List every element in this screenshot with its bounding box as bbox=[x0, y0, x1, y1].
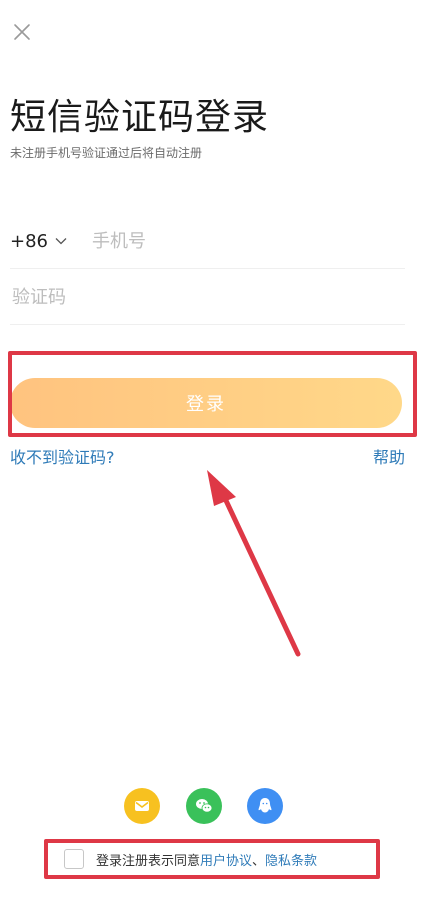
page-subtitle: 未注册手机号验证通过后将自动注册 bbox=[10, 146, 203, 160]
mail-login-button[interactable] bbox=[124, 788, 160, 824]
country-code-label: +86 bbox=[10, 230, 48, 252]
qq-icon bbox=[258, 798, 272, 813]
agreement-row: 登录注册表示同意 用户协议 、 隐私条款 bbox=[44, 839, 380, 879]
page-title: 短信验证码登录 bbox=[10, 97, 270, 138]
login-button[interactable]: 登录 bbox=[10, 378, 402, 428]
no-code-link[interactable]: 收不到验证码? bbox=[10, 444, 115, 468]
wechat-login-button[interactable] bbox=[186, 788, 222, 824]
verification-code-input[interactable] bbox=[10, 285, 405, 309]
phone-input[interactable] bbox=[90, 229, 405, 253]
qq-login-button[interactable] bbox=[247, 788, 283, 824]
code-row bbox=[10, 270, 405, 325]
agreement-prefix: 登录注册表示同意 bbox=[96, 853, 201, 869]
agreement-checkbox[interactable] bbox=[64, 849, 84, 869]
wechat-icon bbox=[196, 799, 213, 813]
user-agreement-link[interactable]: 用户协议 bbox=[200, 850, 252, 869]
country-code-selector[interactable]: +86 bbox=[10, 231, 78, 252]
privacy-link[interactable]: 隐私条款 bbox=[265, 850, 317, 869]
help-link[interactable]: 帮助 bbox=[373, 444, 405, 468]
mail-icon bbox=[135, 801, 149, 811]
chevron-down-icon bbox=[55, 238, 67, 245]
phone-row: +86 bbox=[10, 214, 405, 269]
close-icon[interactable] bbox=[10, 20, 34, 44]
agreement-separator: 、 bbox=[252, 853, 266, 869]
